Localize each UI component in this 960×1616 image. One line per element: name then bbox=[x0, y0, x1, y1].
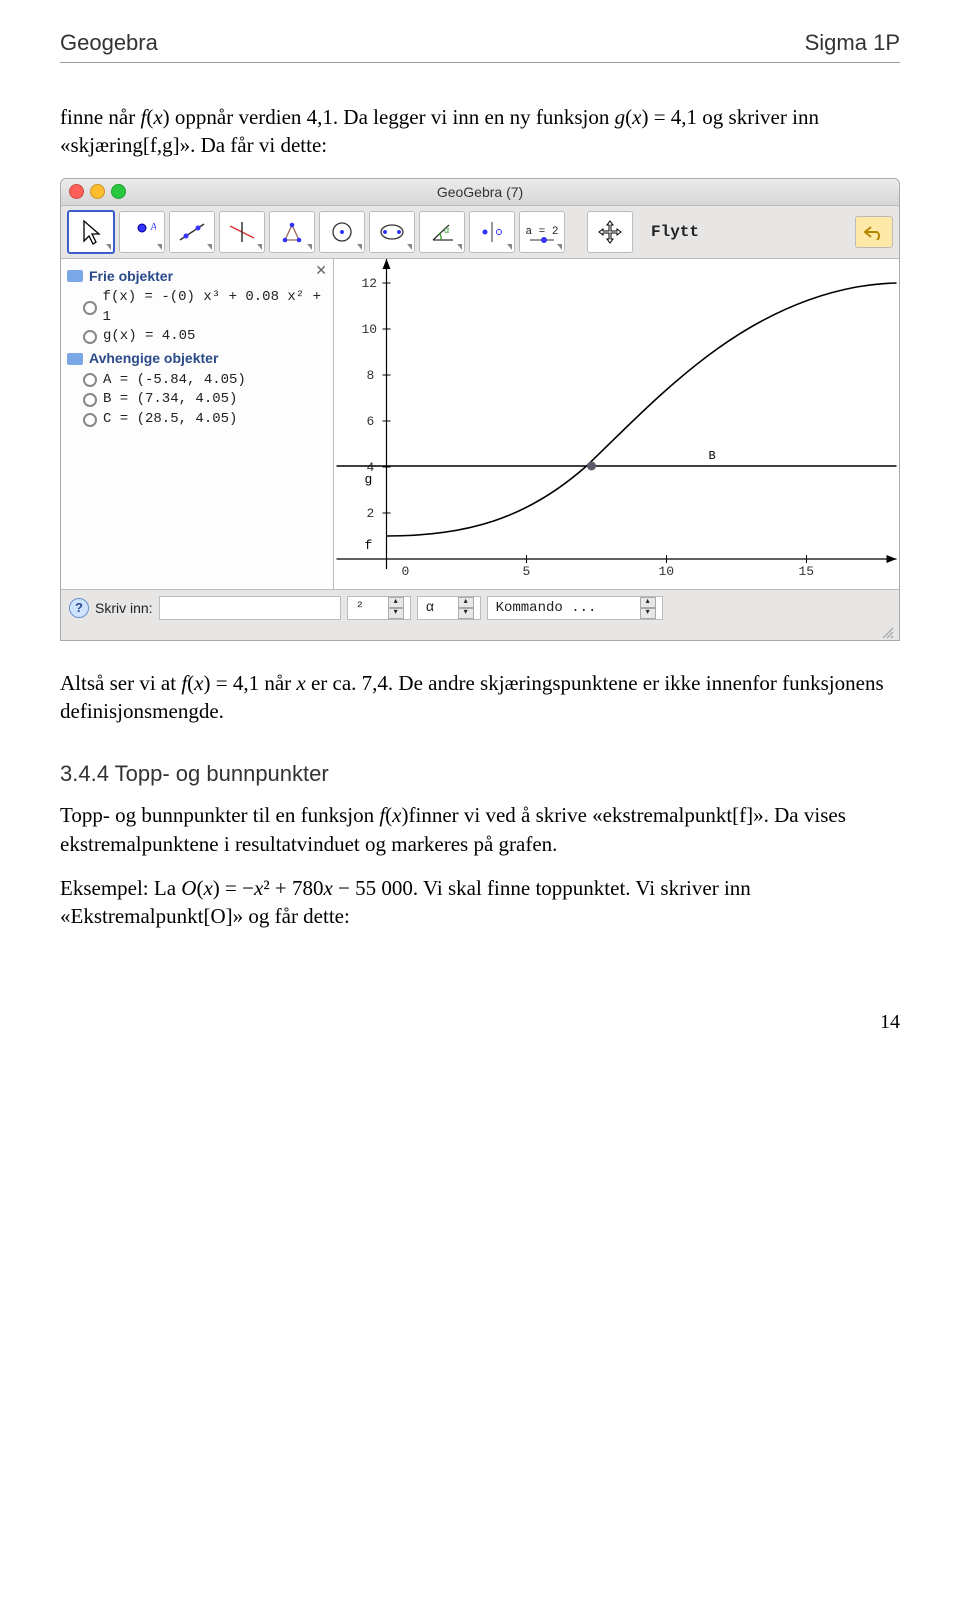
svg-text:A: A bbox=[150, 221, 156, 233]
window-title: GeoGebra (7) bbox=[61, 184, 899, 200]
resize-grip[interactable] bbox=[61, 626, 899, 640]
svg-text:f: f bbox=[365, 538, 373, 553]
page-number: 14 bbox=[60, 1011, 900, 1034]
tool-polygon[interactable] bbox=[269, 211, 315, 253]
paragraph-3: Topp- og bunnpunkter til en funksjon f(x… bbox=[60, 801, 900, 858]
header-left: Geogebra bbox=[60, 30, 158, 56]
header-rule bbox=[60, 62, 900, 63]
svg-text:α: α bbox=[444, 225, 449, 235]
tool-perpendicular[interactable] bbox=[219, 211, 265, 253]
svg-text:6: 6 bbox=[367, 414, 375, 429]
svg-text:2: 2 bbox=[367, 506, 375, 521]
tool-point[interactable]: A bbox=[119, 211, 165, 253]
svg-text:5: 5 bbox=[523, 564, 531, 579]
svg-text:0: 0 bbox=[402, 564, 410, 579]
tool-label: Flytt bbox=[651, 223, 699, 241]
tool-move[interactable] bbox=[67, 210, 115, 254]
tool-circle[interactable] bbox=[319, 211, 365, 253]
superscript-picker[interactable]: ² ▴▾ bbox=[347, 596, 411, 620]
svg-text:10: 10 bbox=[659, 564, 675, 579]
tool-move-view[interactable] bbox=[587, 211, 633, 253]
tool-reflect[interactable] bbox=[469, 211, 515, 253]
svg-text:B: B bbox=[709, 449, 716, 463]
object-A[interactable]: A = (-5.84, 4.05) bbox=[83, 371, 327, 391]
algebra-pane: ✕ Frie objekter f(x) = -(0) x³ + 0.08 x²… bbox=[61, 259, 334, 589]
graphics-view[interactable]: 2 4 6 8 10 12 0 5 10 15 g bbox=[334, 259, 899, 589]
svg-text:g: g bbox=[365, 472, 373, 487]
object-f[interactable]: f(x) = -(0) x³ + 0.08 x² + 1 bbox=[83, 288, 327, 327]
command-picker[interactable]: Kommando ... ▴▾ bbox=[487, 596, 663, 620]
svg-text:15: 15 bbox=[799, 564, 815, 579]
help-icon[interactable]: ? bbox=[69, 598, 89, 618]
object-C[interactable]: C = (28.5, 4.05) bbox=[83, 410, 327, 430]
window-titlebar: GeoGebra (7) bbox=[61, 179, 899, 206]
toolbar: A α bbox=[61, 206, 899, 259]
folder-icon bbox=[67, 353, 83, 365]
section-heading: 3.4.4 Topp- og bunnpunkter bbox=[60, 761, 900, 787]
paragraph-1: finne når f(x) oppnår verdien 4,1. Da le… bbox=[60, 103, 900, 160]
header-right: Sigma 1P bbox=[805, 30, 900, 56]
svg-text:12: 12 bbox=[362, 276, 378, 291]
folder-free[interactable]: Frie objekter bbox=[67, 267, 327, 287]
folder-dependent[interactable]: Avhengige objekter bbox=[67, 349, 327, 369]
svg-text:10: 10 bbox=[362, 322, 378, 337]
close-pane-icon[interactable]: ✕ bbox=[315, 263, 327, 283]
undo-button[interactable] bbox=[855, 216, 893, 248]
paragraph-2: Altså ser vi at f(x) = 4,1 når x er ca. … bbox=[60, 669, 900, 726]
paragraph-4: Eksempel: La O(x) = −x² + 780x − 55 000.… bbox=[60, 874, 900, 931]
input-label: Skriv inn: bbox=[95, 600, 153, 616]
object-g[interactable]: g(x) = 4.05 bbox=[83, 327, 327, 347]
tool-line[interactable] bbox=[169, 211, 215, 253]
input-bar: ? Skriv inn: ² ▴▾ α ▴▾ Kommando ... ▴▾ bbox=[61, 590, 899, 626]
tool-conic[interactable] bbox=[369, 211, 415, 253]
command-input[interactable] bbox=[159, 596, 341, 620]
geogebra-window: GeoGebra (7) A bbox=[60, 178, 900, 641]
tool-slider[interactable]: a = 2 bbox=[519, 211, 565, 253]
folder-icon bbox=[67, 270, 83, 282]
tool-angle[interactable]: α bbox=[419, 211, 465, 253]
greek-picker[interactable]: α ▴▾ bbox=[417, 596, 481, 620]
object-B[interactable]: B = (7.34, 4.05) bbox=[83, 390, 327, 410]
svg-text:8: 8 bbox=[367, 368, 375, 383]
